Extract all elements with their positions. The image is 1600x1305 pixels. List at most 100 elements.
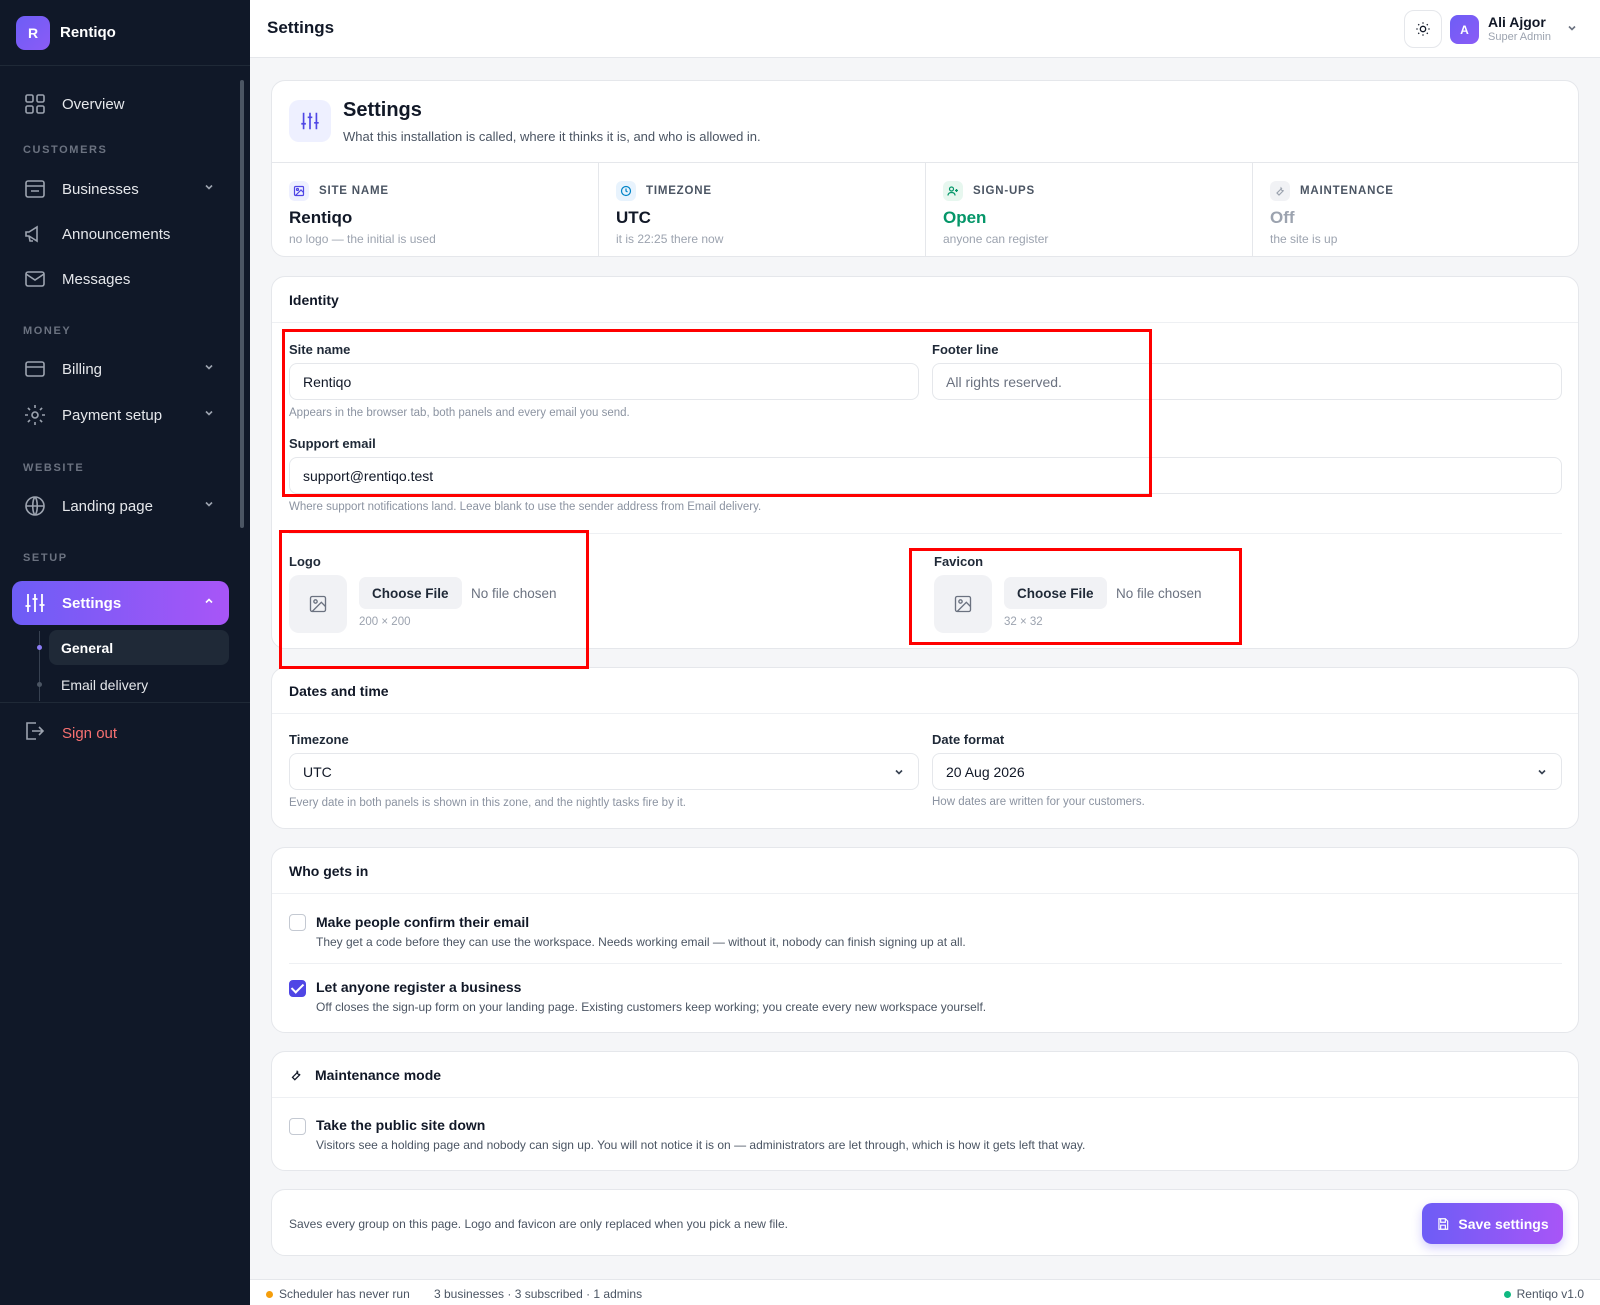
identity-card: Identity Site name Rentiqo Appears in th… — [271, 276, 1579, 649]
sidebar-item-billing[interactable]: Billing — [12, 347, 229, 391]
credit-card-icon — [22, 356, 48, 382]
divider — [289, 963, 1562, 964]
brand-name: Rentiqo — [60, 24, 116, 41]
stat-value: Rentiqo — [289, 208, 353, 227]
status-dot — [266, 1291, 273, 1299]
wrench-icon — [1270, 181, 1290, 201]
user-plus-icon — [943, 181, 963, 201]
favicon-file-status: No file chosen — [1116, 586, 1202, 601]
stat-maintenance: MAINTENANCE Off the site is up — [1253, 163, 1580, 257]
sign-out-button[interactable]: Sign out — [22, 720, 117, 746]
access-card: Who gets in Make people confirm their em… — [271, 847, 1579, 1033]
divider — [289, 533, 1562, 534]
sidebar-item-label: Announcements — [62, 225, 171, 243]
image-placeholder-icon — [934, 575, 992, 633]
sidebar-subitem-email-delivery[interactable]: Email delivery — [49, 667, 229, 702]
stat-site-name: SITE NAME Rentiqo no logo — the initial … — [272, 163, 599, 257]
favicon-size: 32 × 32 — [1004, 616, 1043, 628]
register-business-checkbox[interactable] — [289, 980, 306, 997]
footer-line-label: Footer line — [932, 342, 999, 357]
timezone-select[interactable]: UTC — [289, 753, 919, 790]
sidebar-scrollbar[interactable] — [240, 80, 244, 528]
sign-out-label: Sign out — [62, 724, 118, 742]
chevron-down-icon — [205, 184, 213, 190]
save-label: Save settings — [1458, 1215, 1549, 1232]
favicon-choose-file-button[interactable]: Choose File — [1004, 577, 1107, 609]
save-note: Saves every group on this page. Logo and… — [289, 1217, 788, 1231]
section-money: MONEY — [23, 325, 72, 337]
section-customers: CUSTOMERS — [23, 144, 108, 156]
sidebar-item-payment-setup[interactable]: Payment setup — [12, 393, 229, 437]
timezone-label: Timezone — [289, 732, 349, 747]
sidebar-item-label: Billing — [62, 360, 103, 378]
sliders-icon — [289, 100, 331, 142]
save-bar: Saves every group on this page. Logo and… — [271, 1189, 1579, 1256]
maintenance-heading: Maintenance mode — [315, 1066, 442, 1083]
section-setup: SETUP — [23, 552, 68, 564]
user-name[interactable]: Ali Ajgor — [1488, 14, 1546, 30]
section-heading: Who gets in — [272, 848, 1578, 894]
sidebar-item-settings[interactable]: Settings — [12, 581, 229, 625]
counts-status: 3 businesses · 3 subscribed · 1 admins — [434, 1287, 643, 1301]
chevron-down-icon[interactable] — [1566, 22, 1578, 34]
summary-header: Settings What this installation is calle… — [272, 81, 1578, 163]
sidebar-item-label: Payment setup — [62, 406, 163, 424]
date-format-label: Date format — [932, 732, 1005, 747]
site-down-title: Take the public site down — [316, 1117, 486, 1133]
sidebar-item-label: Settings — [62, 594, 122, 612]
save-settings-button[interactable]: Save settings — [1422, 1203, 1563, 1244]
image-icon — [289, 181, 309, 201]
image-placeholder-icon — [289, 575, 347, 633]
brand[interactable]: R Rentiqo — [0, 0, 250, 66]
stat-value: UTC — [616, 208, 651, 227]
stat-value: Open — [943, 208, 987, 227]
page-title: Settings — [267, 18, 335, 37]
confirm-email-checkbox[interactable] — [289, 914, 306, 931]
sidebar-item-label: Messages — [62, 270, 131, 288]
chevron-down-icon — [205, 501, 213, 507]
version-status: Rentiqo v1.0 — [1503, 1287, 1584, 1301]
user-role: Super Admin — [1488, 31, 1551, 43]
sidebar-item-landing-page[interactable]: Landing page — [12, 484, 229, 528]
sidebar-subitem-general[interactable]: General — [49, 630, 229, 665]
mail-icon — [22, 266, 48, 292]
store-icon — [22, 176, 48, 202]
chevron-up-icon — [205, 598, 213, 604]
date-format-select[interactable]: 20 Aug 2026 — [932, 753, 1562, 790]
clock-icon — [616, 181, 636, 201]
date-format-hint: How dates are written for your customers… — [932, 796, 1145, 808]
timezone-hint: Every date in both panels is shown in th… — [289, 797, 686, 809]
stat-sub: no logo — the initial is used — [289, 232, 436, 246]
submenu-dot — [37, 682, 42, 687]
sidebar-nav: Overview CUSTOMERS Businesses Announceme… — [0, 66, 242, 702]
section-heading: Dates and time — [272, 668, 1578, 714]
sidebar-item-businesses[interactable]: Businesses — [12, 167, 229, 211]
avatar[interactable]: A — [1450, 15, 1479, 44]
top-bar: Settings A Ali Ajgor Super Admin — [250, 0, 1600, 58]
chevron-down-icon — [205, 410, 213, 416]
stat-sub: it is 22:25 there now — [616, 232, 724, 246]
sidebar-item-overview[interactable]: Overview — [12, 82, 229, 126]
sidebar-item-messages[interactable]: Messages — [12, 257, 229, 301]
sidebar-item-announcements[interactable]: Announcements — [12, 212, 229, 256]
site-down-desc: Visitors see a holding page and nobody c… — [316, 1138, 1086, 1152]
footer-line-input[interactable]: All rights reserved. — [932, 363, 1562, 400]
support-email-label: Support email — [289, 436, 376, 451]
support-email-input[interactable]: support@rentiqo.test — [289, 457, 1562, 494]
site-down-checkbox[interactable] — [289, 1118, 306, 1135]
status-dot — [1503, 1291, 1511, 1299]
confirm-email-desc: They get a code before they can use the … — [316, 935, 966, 949]
stat-label: SITE NAME — [319, 185, 389, 197]
support-email-hint: Where support notifications land. Leave … — [289, 501, 762, 513]
status-bar: Scheduler has never run 3 businesses · 3… — [250, 1279, 1600, 1305]
theme-toggle-button[interactable] — [1404, 10, 1442, 48]
logo-label: Logo — [289, 554, 321, 569]
sidebar-item-label: Businesses — [62, 180, 139, 198]
stat-timezone: TIMEZONE UTC it is 22:25 there now — [599, 163, 926, 257]
brand-logo: R — [16, 15, 50, 50]
sidebar-item-label: Overview — [62, 95, 125, 113]
site-name-input[interactable]: Rentiqo — [289, 363, 919, 400]
sidebar-divider — [0, 702, 250, 703]
chevron-down-icon — [895, 769, 903, 775]
logo-choose-file-button[interactable]: Choose File — [359, 577, 462, 609]
